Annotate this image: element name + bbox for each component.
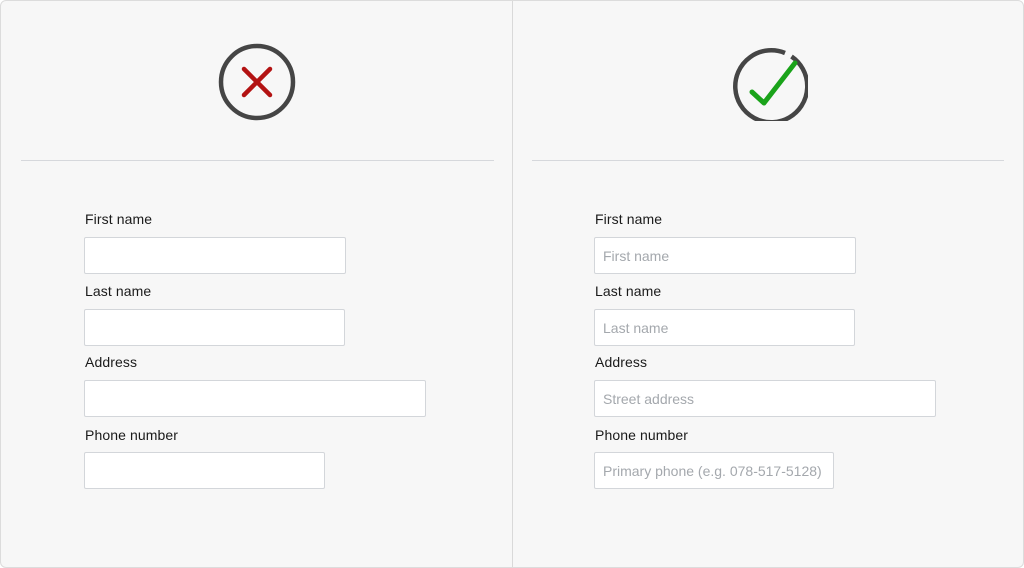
first-name-label: First name [595, 211, 663, 227]
address-label: Address [595, 354, 648, 370]
first-name-input[interactable] [594, 237, 856, 274]
address-input[interactable] [594, 380, 936, 417]
check-circle-icon [730, 43, 810, 125]
phone-number-label: Phone number [595, 427, 689, 443]
bad-example-panel: First name Last name Address Phone numbe… [1, 1, 512, 567]
phone-number-input[interactable] [84, 452, 325, 489]
x-circle-icon [218, 43, 296, 121]
comparison-frame: First name Last name Address Phone numbe… [0, 0, 1024, 568]
address-label: Address [85, 354, 138, 370]
address-input[interactable] [84, 380, 426, 417]
first-name-label: First name [85, 211, 153, 227]
last-name-input[interactable] [594, 309, 855, 346]
last-name-label: Last name [595, 283, 662, 299]
first-name-input[interactable] [84, 237, 346, 274]
phone-number-label: Phone number [85, 427, 179, 443]
section-divider [532, 160, 1004, 161]
last-name-label: Last name [85, 283, 152, 299]
phone-number-input[interactable] [594, 452, 834, 489]
section-divider [21, 160, 494, 161]
good-example-panel: First name Last name Address Phone numbe… [513, 1, 1023, 567]
last-name-input[interactable] [84, 309, 345, 346]
